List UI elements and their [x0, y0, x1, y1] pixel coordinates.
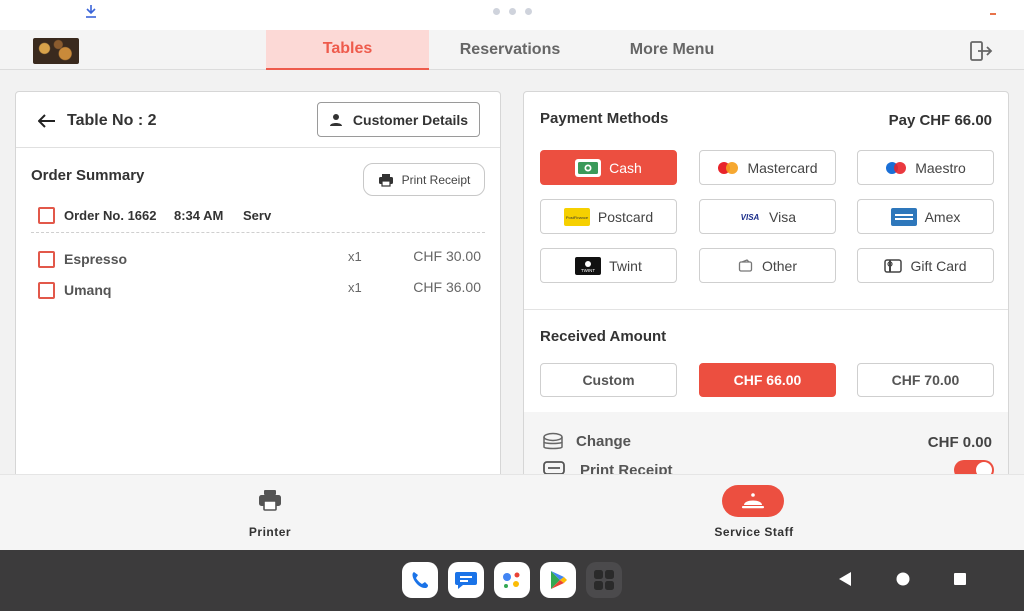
pay-total: Pay CHF 66.00 [888, 112, 992, 129]
status-bar [0, 0, 1024, 30]
service-staff-label: Service Staff [714, 525, 794, 539]
payment-method-label: Cash [609, 159, 642, 176]
payment-panel: Payment Methods Pay CHF 66.00 Cash Maste… [523, 91, 1009, 491]
svg-text:VISA: VISA [741, 213, 760, 222]
coins-icon [543, 432, 563, 450]
cash-icon [575, 158, 602, 177]
amount-exact-button[interactable]: CHF 66.00 [699, 363, 836, 397]
payment-mastercard-button[interactable]: Mastercard [699, 150, 836, 185]
service-staff-button[interactable]: Service Staff [674, 475, 834, 551]
recents-button[interactable] [952, 570, 968, 588]
system-navigation-bar [0, 550, 1024, 611]
phone-app-icon[interactable] [402, 562, 438, 598]
customer-details-button[interactable]: Customer Details [317, 102, 480, 137]
order-server: Serv [243, 208, 272, 223]
printer-button[interactable]: Printer [190, 475, 350, 551]
order-checkbox[interactable] [38, 207, 55, 224]
payment-method-label: Gift Card [910, 257, 967, 274]
amex-icon [890, 207, 917, 226]
amount-custom-button[interactable]: Custom [540, 363, 677, 397]
divider [524, 309, 1008, 310]
order-number: Order No. 1662 [64, 208, 157, 223]
tab-reservations[interactable]: Reservations [429, 30, 591, 70]
tab-more-menu[interactable]: More Menu [591, 30, 753, 70]
change-value: CHF 0.00 [927, 434, 992, 451]
order-summary-title: Order Summary [31, 167, 145, 184]
payment-twint-button[interactable]: TWINT Twint [540, 248, 677, 283]
order-header: Table No : 2 Customer Details [16, 92, 500, 148]
printer-icon [378, 173, 393, 187]
restaurant-logo [33, 38, 79, 64]
gift-card-icon [884, 258, 903, 273]
status-indicator [990, 13, 996, 15]
svg-text:PostFinance: PostFinance [566, 215, 589, 220]
item-name: Espresso [64, 251, 128, 267]
payment-other-button[interactable]: Other [699, 248, 836, 283]
payment-visa-button[interactable]: VISA Visa [699, 199, 836, 234]
table-title: Table No : 2 [67, 112, 157, 129]
payment-method-label: Amex [924, 208, 961, 225]
payment-methods-title: Payment Methods [540, 110, 669, 127]
postfinance-card-icon: PostFinance [563, 207, 590, 226]
back-button[interactable] [837, 570, 853, 588]
payment-gift-card-button[interactable]: Gift Card [857, 248, 994, 283]
twint-icon: TWINT [575, 256, 602, 275]
payment-method-label: Twint [609, 257, 642, 274]
svg-text:TWINT: TWINT [581, 268, 595, 273]
play-store-app-icon[interactable] [540, 562, 576, 598]
window-handle-dots [493, 8, 532, 15]
change-label: Change [576, 433, 632, 450]
item-price: CHF 36.00 [413, 279, 481, 295]
maestro-icon [885, 161, 907, 175]
top-navigation: Tables Reservations More Menu [0, 30, 1024, 70]
order-time: 8:34 AM [174, 208, 224, 223]
payment-postcard-button[interactable]: PostFinance Postcard [540, 199, 677, 234]
mastercard-icon [717, 161, 739, 175]
payment-cash-button[interactable]: Cash [540, 150, 677, 185]
item-checkbox[interactable] [38, 282, 55, 299]
messages-app-icon[interactable] [448, 562, 484, 598]
wallet-icon [738, 258, 754, 273]
item-quantity: x1 [348, 280, 362, 295]
divider [31, 232, 485, 233]
customer-details-label: Customer Details [352, 111, 469, 128]
payment-method-label: Maestro [915, 159, 966, 176]
tab-tables[interactable]: Tables [266, 30, 429, 70]
download-notification-icon [86, 5, 96, 18]
order-panel: Table No : 2 Customer Details Order Summ… [15, 91, 501, 491]
payment-method-label: Mastercard [747, 159, 818, 176]
item-name: Umanq [64, 282, 112, 298]
amount-rounded-button[interactable]: CHF 70.00 [857, 363, 994, 397]
item-price: CHF 30.00 [413, 248, 481, 264]
home-button[interactable] [895, 570, 911, 588]
payment-method-label: Other [761, 257, 797, 274]
printer-icon [259, 490, 281, 511]
service-staff-pill [722, 485, 784, 517]
person-icon [329, 113, 342, 126]
bottom-action-bar: Printer Service Staff [0, 474, 1024, 550]
print-receipt-button[interactable]: Print Receipt [363, 163, 485, 196]
print-receipt-label: Print Receipt [401, 172, 471, 187]
payment-method-label: Postcard [597, 208, 654, 225]
received-amount-title: Received Amount [540, 328, 667, 345]
printer-label: Printer [248, 525, 292, 539]
payment-method-label: Visa [769, 208, 796, 225]
logout-icon[interactable] [968, 39, 994, 63]
item-quantity: x1 [348, 249, 362, 264]
payment-maestro-button[interactable]: Maestro [857, 150, 994, 185]
back-arrow-icon[interactable] [38, 114, 56, 128]
item-checkbox[interactable] [38, 251, 55, 268]
assistant-app-icon[interactable] [494, 562, 530, 598]
app-drawer-icon[interactable] [586, 562, 622, 598]
service-bell-icon [742, 493, 764, 509]
payment-amex-button[interactable]: Amex [857, 199, 994, 234]
visa-icon: VISA [739, 211, 761, 223]
